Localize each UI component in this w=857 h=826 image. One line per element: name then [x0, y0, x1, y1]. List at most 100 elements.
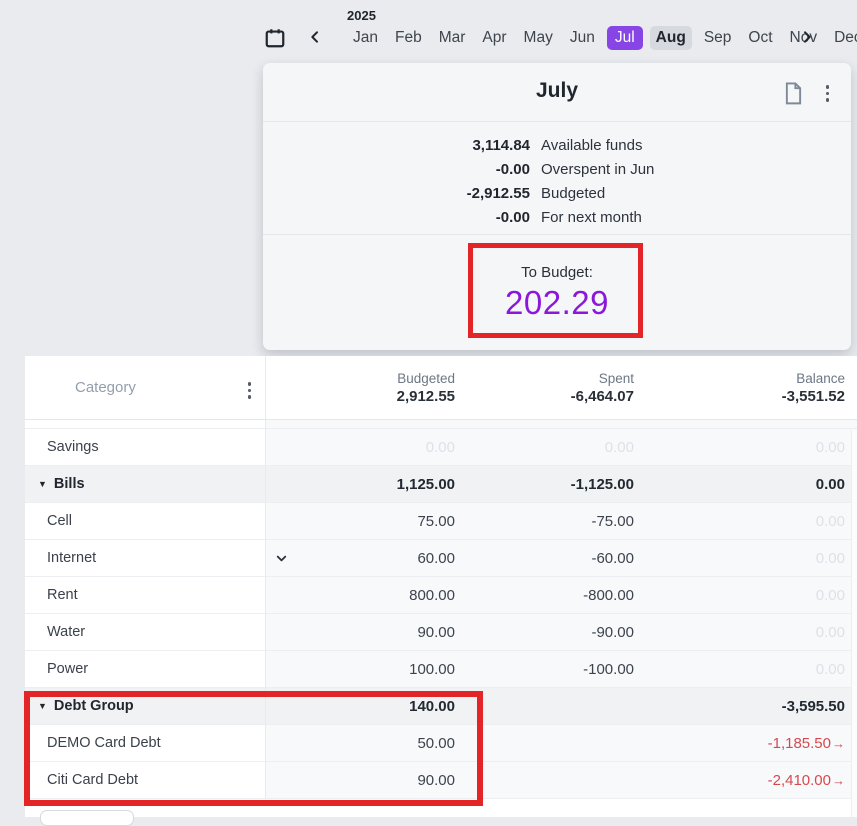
spent-cell[interactable]: 0.00	[455, 429, 634, 465]
category-cell[interactable]: Water	[25, 614, 266, 650]
budgeted-value: 100.00	[409, 661, 455, 678]
calendar-icon[interactable]	[264, 27, 286, 49]
table-row: Water 90.00 -90.000.00	[25, 614, 857, 651]
spent-value: 0.00	[605, 439, 634, 456]
budgeted-cell[interactable]: 140.00	[266, 688, 455, 724]
spent-cell[interactable]: -100.00	[455, 651, 634, 687]
spent-cell[interactable]: -800.00	[455, 577, 634, 613]
table-menu-icon[interactable]	[248, 382, 252, 399]
balance-cell[interactable]: -2,410.00→	[634, 762, 845, 798]
notes-icon[interactable]	[784, 82, 803, 104]
spent-cell[interactable]	[455, 762, 634, 798]
spent-cell[interactable]: -75.00	[455, 503, 634, 539]
category-cell[interactable]: Citi Card Debt	[25, 762, 266, 798]
category-cell[interactable]: ▼ Bills	[25, 466, 266, 502]
spent-cell[interactable]	[455, 725, 634, 761]
budgeted-cell[interactable]: 0.00	[266, 429, 455, 465]
spent-cell[interactable]: -90.00	[455, 614, 634, 650]
summary-label: Overspent in Jun	[541, 161, 654, 178]
balance-cell[interactable]: 0.00	[634, 429, 845, 465]
month-item-jul[interactable]: Jul	[607, 26, 643, 50]
budgeted-value: 1,125.00	[397, 476, 455, 493]
to-budget-label: To Budget:	[521, 264, 593, 281]
balance-cell[interactable]: -3,595.50	[634, 688, 845, 724]
to-budget-amount[interactable]: 202.29	[505, 284, 609, 322]
balance-cell[interactable]: 0.00	[634, 503, 845, 539]
month-item-jun[interactable]: Jun	[565, 26, 600, 50]
spent-value: -90.00	[591, 624, 634, 641]
balance-value: -2,410.00	[768, 772, 831, 789]
budgeted-value: 800.00	[409, 587, 455, 604]
spent-total: -6,464.07	[571, 388, 634, 405]
budgeted-cell[interactable]: 100.00	[266, 651, 455, 687]
add-group-button[interactable]	[40, 810, 134, 826]
budgeted-cell[interactable]: 1,125.00	[266, 466, 455, 502]
budgeted-cell[interactable]: 90.00	[266, 762, 455, 798]
balance-cell[interactable]: -1,185.50→	[634, 725, 845, 761]
collapse-triangle-icon[interactable]: ▼	[38, 701, 47, 711]
month-item-mar[interactable]: Mar	[434, 26, 471, 50]
category-cell[interactable]: Savings	[25, 429, 266, 465]
summary-amount: -0.00	[263, 209, 530, 226]
table-row: Citi Card Debt 90.00 -2,410.00→	[25, 762, 857, 799]
budgeted-value: 90.00	[417, 772, 455, 789]
budgeted-cell[interactable]: 75.00	[266, 503, 455, 539]
chevron-down-icon[interactable]	[274, 551, 289, 566]
table-rows: Savings0.000.000.00▼Bills1,125.00-1,125.…	[25, 429, 857, 799]
month-item-jan[interactable]: Jan	[348, 26, 383, 50]
balance-column-header[interactable]: Balance -3,551.52	[634, 356, 845, 419]
balance-cell[interactable]: 0.00	[634, 466, 845, 502]
next-month-button[interactable]	[799, 28, 815, 46]
spent-label: Spent	[599, 371, 634, 386]
summary-label: For next month	[541, 209, 642, 226]
balance-cell[interactable]: 0.00	[634, 577, 845, 613]
budgeted-value: 50.00	[417, 735, 455, 752]
month-item-feb[interactable]: Feb	[390, 26, 427, 50]
month-item-may[interactable]: May	[519, 26, 558, 50]
spent-column-header[interactable]: Spent -6,464.07	[455, 356, 634, 419]
previous-month-button[interactable]	[307, 28, 323, 46]
month-list: JanFebMarAprMayJunJulAugSepOctNovDec	[348, 26, 857, 50]
budgeted-value: 60.00	[417, 550, 455, 567]
balance-cell[interactable]: 0.00	[634, 614, 845, 650]
spent-cell[interactable]: -1,125.00	[455, 466, 634, 502]
balance-cell[interactable]: 0.00	[634, 651, 845, 687]
month-item-sep[interactable]: Sep	[699, 26, 737, 50]
budgeted-column-header[interactable]: Budgeted 2,912.55	[266, 356, 455, 419]
panel-month-title: July	[263, 79, 851, 103]
spent-value: -100.00	[583, 661, 634, 678]
budgeted-cell[interactable]: 90.00	[266, 614, 455, 650]
category-name: Bills	[54, 476, 85, 492]
category-header-label[interactable]: Category	[75, 379, 136, 396]
month-item-aug[interactable]: Aug	[650, 26, 692, 50]
spent-cell[interactable]	[455, 688, 634, 724]
spent-value: -1,125.00	[571, 476, 634, 493]
category-name: DEMO Card Debt	[47, 735, 161, 751]
category-cell[interactable]: ▼Debt Group	[25, 688, 266, 724]
collapse-triangle-icon[interactable]: ▼	[38, 479, 47, 489]
clipped-row	[25, 420, 857, 429]
category-cell[interactable]: Rent	[25, 577, 266, 613]
summary-row: -0.00Overspent in Jun	[263, 157, 851, 181]
budgeted-cell[interactable]: 60.00	[266, 540, 455, 576]
category-cell[interactable]: Cell	[25, 503, 266, 539]
category-header-cell: Category	[25, 356, 266, 419]
balance-value: 0.00	[816, 476, 845, 493]
table-header: Category Budgeted 2,912.55 Spent -6,464.…	[25, 356, 857, 420]
month-item-dec[interactable]: Dec	[829, 26, 857, 50]
category-name: Water	[47, 624, 85, 640]
spent-cell[interactable]: -60.00	[455, 540, 634, 576]
budgeted-cell[interactable]: 50.00	[266, 725, 455, 761]
month-item-oct[interactable]: Oct	[743, 26, 777, 50]
spent-value: -60.00	[591, 550, 634, 567]
panel-menu-icon[interactable]	[826, 85, 830, 102]
category-cell[interactable]: Power	[25, 651, 266, 687]
budgeted-cell[interactable]: 800.00	[266, 577, 455, 613]
goal-arrow-icon: →	[832, 736, 845, 751]
category-cell[interactable]: Internet	[25, 540, 266, 576]
balance-cell[interactable]: 0.00	[634, 540, 845, 576]
budgeted-total: 2,912.55	[397, 388, 455, 405]
month-item-apr[interactable]: Apr	[477, 26, 511, 50]
category-cell[interactable]: DEMO Card Debt	[25, 725, 266, 761]
balance-value: -3,595.50	[782, 698, 845, 715]
